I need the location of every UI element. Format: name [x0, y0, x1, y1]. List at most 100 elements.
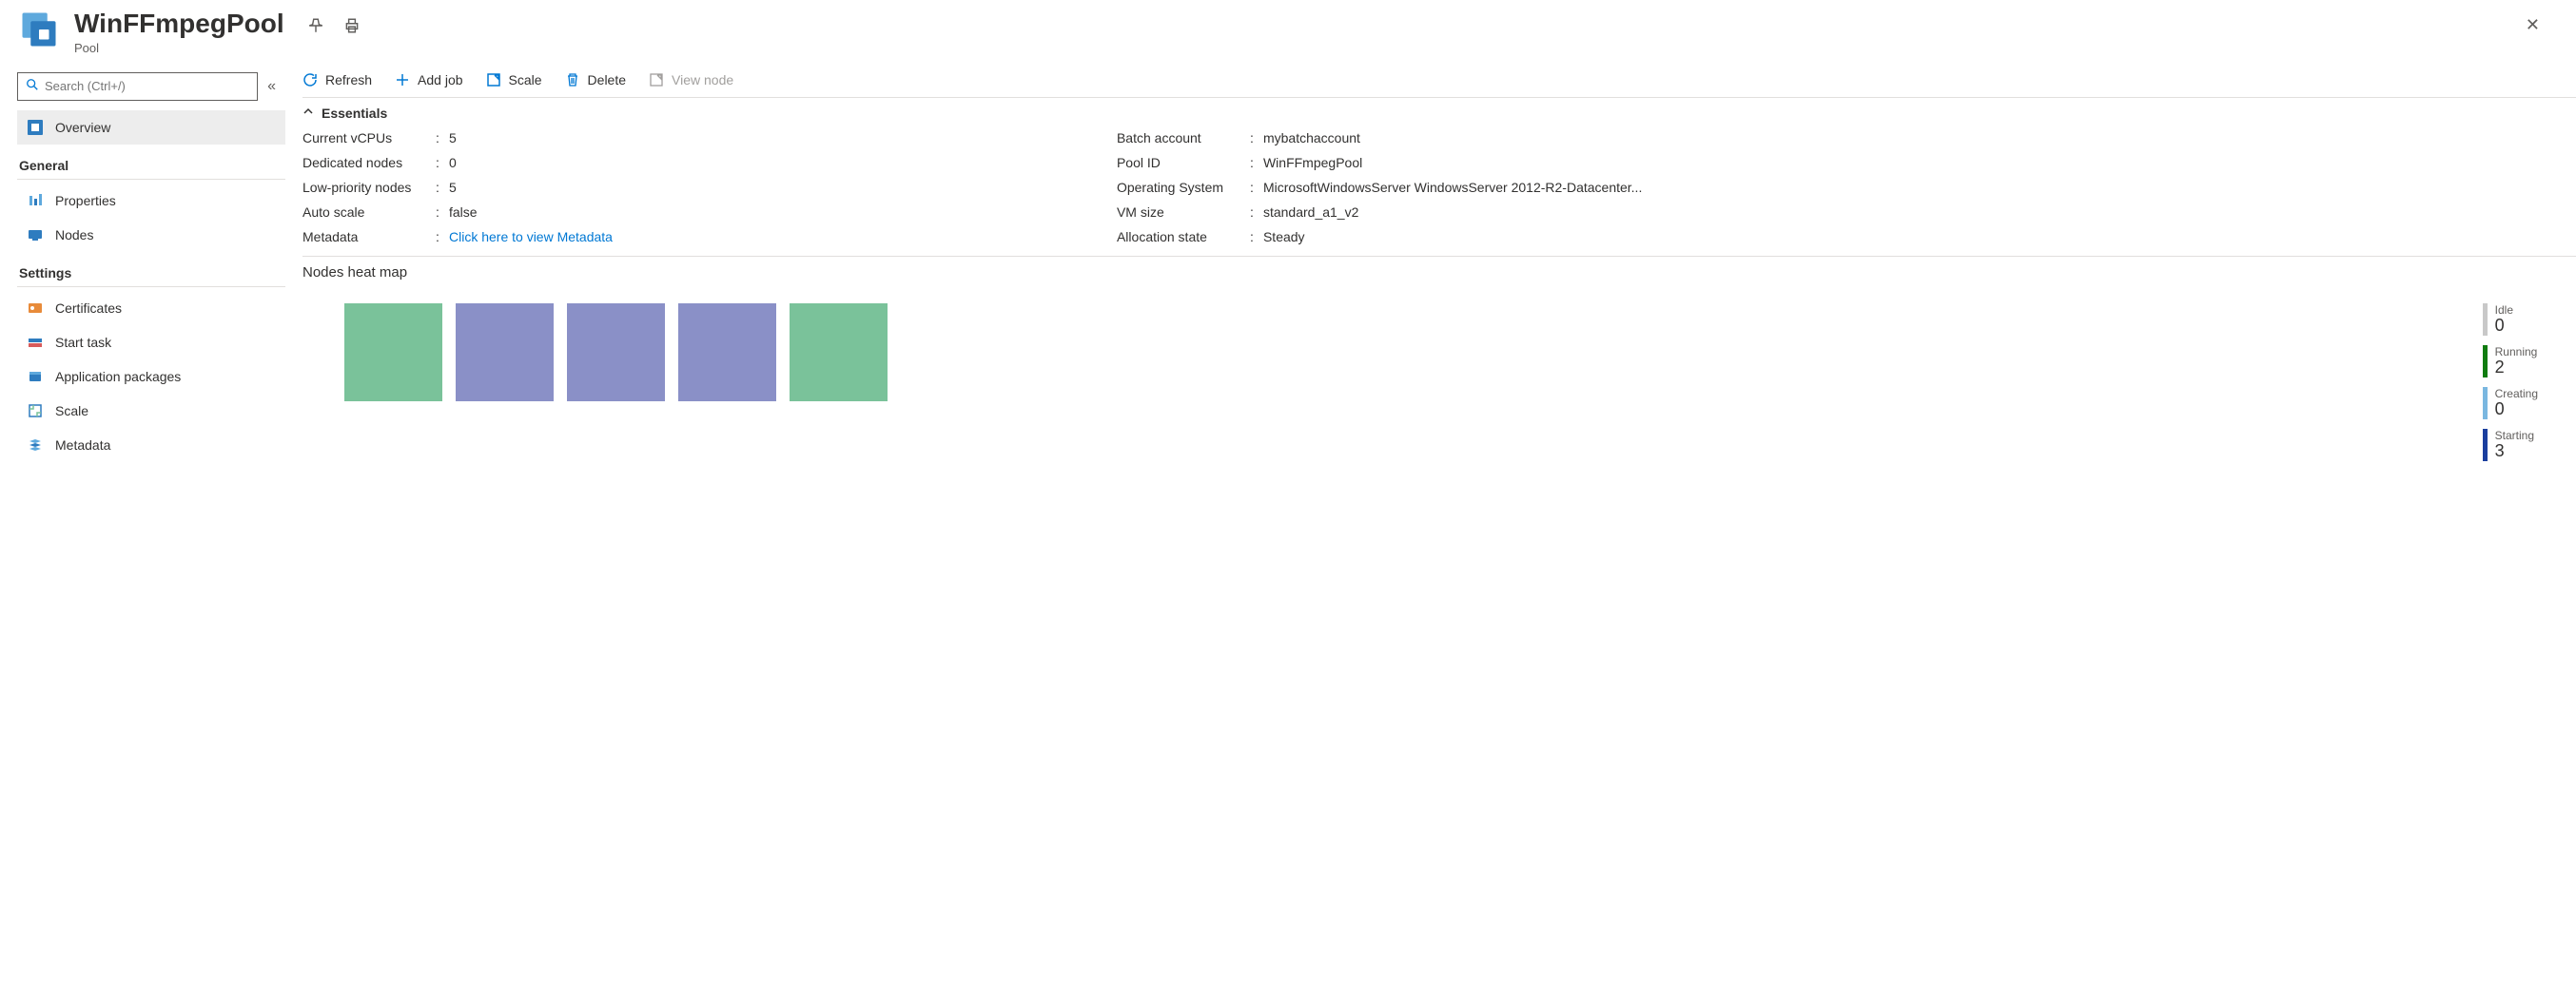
heatmap-node-starting[interactable]: [678, 303, 776, 401]
scale-button[interactable]: Scale: [486, 72, 542, 87]
sidebar-section-general: General: [17, 145, 285, 180]
certificates-icon: [27, 300, 44, 317]
legend-color-creating: [2483, 387, 2488, 419]
ess-val-vcpus: 5: [449, 130, 457, 145]
toolbar-label: View node: [672, 72, 733, 87]
ess-label: Pool ID: [1117, 155, 1250, 170]
scale-action-icon: [486, 72, 501, 87]
sidebar-item-scale[interactable]: Scale: [17, 394, 285, 428]
ess-label: Auto scale: [302, 204, 436, 220]
heatmap-node-starting[interactable]: [567, 303, 665, 401]
sidebar-item-label: Properties: [55, 193, 116, 208]
close-icon[interactable]: ✕: [2526, 10, 2557, 35]
pool-icon: [19, 10, 59, 49]
sidebar-item-label: Nodes: [55, 227, 93, 242]
sidebar-item-certificates[interactable]: Certificates: [17, 291, 285, 325]
heatmap-node-running[interactable]: [790, 303, 888, 401]
ess-val-vmsize: standard_a1_v2: [1263, 204, 1358, 220]
sidebar: « Overview General Properties Nodes: [0, 55, 285, 462]
sidebar-item-start-task[interactable]: Start task: [17, 325, 285, 359]
sidebar-item-nodes[interactable]: Nodes: [17, 218, 285, 252]
delete-button[interactable]: Delete: [565, 72, 626, 87]
ess-label: Low-priority nodes: [302, 180, 436, 195]
toolbar-label: Scale: [509, 72, 542, 87]
sidebar-item-overview[interactable]: Overview: [17, 110, 285, 145]
ess-label: Current vCPUs: [302, 130, 436, 145]
sidebar-item-properties[interactable]: Properties: [17, 184, 285, 218]
toolbar-label: Refresh: [325, 72, 372, 87]
ess-val-os: MicrosoftWindowsServer WindowsServer 201…: [1263, 180, 1642, 195]
app-packages-icon: [27, 368, 44, 385]
legend-label: Starting: [2495, 429, 2534, 442]
scale-icon: [27, 402, 44, 419]
legend-count: 0: [2495, 400, 2538, 417]
sidebar-item-label: Start task: [55, 335, 111, 350]
ess-val-alloc: Steady: [1263, 229, 1305, 244]
heatmap-node-running[interactable]: [344, 303, 442, 401]
nodes-icon: [27, 226, 44, 243]
legend-label: Idle: [2495, 303, 2513, 317]
plus-icon: [395, 72, 410, 87]
legend-count: 0: [2495, 317, 2513, 334]
ess-label: VM size: [1117, 204, 1250, 220]
ess-label: Allocation state: [1117, 229, 1250, 244]
metadata-icon: [27, 436, 44, 454]
legend-count: 3: [2495, 442, 2534, 459]
refresh-button[interactable]: Refresh: [302, 72, 372, 87]
legend-creating: Creating 0: [2483, 387, 2538, 419]
legend-running: Running 2: [2483, 345, 2538, 377]
ess-val-batch: mybatchaccount: [1263, 130, 1360, 145]
ess-val-poolid: WinFFmpegPool: [1263, 155, 1362, 170]
legend-label: Creating: [2495, 387, 2538, 400]
sidebar-item-application-packages[interactable]: Application packages: [17, 359, 285, 394]
legend-idle: Idle 0: [2483, 303, 2538, 336]
print-icon[interactable]: [343, 17, 362, 36]
view-node-icon: [649, 72, 664, 87]
legend-color-running: [2483, 345, 2488, 377]
sidebar-item-label: Metadata: [55, 437, 110, 453]
sidebar-section-settings: Settings: [17, 252, 285, 287]
toolbar: Refresh Add job Scale: [302, 72, 2576, 97]
legend-starting: Starting 3: [2483, 429, 2538, 461]
start-task-icon: [27, 334, 44, 351]
page-title: WinFFmpegPool: [74, 10, 284, 39]
collapse-sidebar-icon[interactable]: «: [267, 78, 285, 95]
sidebar-item-metadata[interactable]: Metadata: [17, 428, 285, 462]
ess-val-dedicated: 0: [449, 155, 457, 170]
page-subtitle: Pool: [74, 41, 284, 55]
delete-icon: [565, 72, 580, 87]
view-node-button: View node: [649, 72, 733, 87]
heatmap-title: Nodes heat map: [302, 257, 2576, 303]
refresh-icon: [302, 72, 318, 87]
ess-label: Batch account: [1117, 130, 1250, 145]
sidebar-item-label: Application packages: [55, 369, 181, 384]
metadata-link[interactable]: Click here to view Metadata: [449, 229, 613, 244]
search-box[interactable]: [17, 72, 258, 101]
ess-val-lowpriority: 5: [449, 180, 457, 195]
toolbar-label: Add job: [418, 72, 462, 87]
toolbar-label: Delete: [588, 72, 626, 87]
sidebar-item-label: Certificates: [55, 300, 122, 316]
essentials-title: Essentials: [322, 106, 387, 121]
legend-color-starting: [2483, 429, 2488, 461]
essentials-toggle[interactable]: Essentials: [302, 98, 2576, 128]
sidebar-item-label: Overview: [55, 120, 110, 135]
sidebar-item-label: Scale: [55, 403, 88, 418]
overview-icon: [27, 119, 44, 136]
legend-count: 2: [2495, 358, 2538, 376]
ess-label: Operating System: [1117, 180, 1250, 195]
heatmap-legend: Idle 0 Running 2 Creat: [2483, 303, 2576, 461]
heatmap-node-starting[interactable]: [456, 303, 554, 401]
add-job-button[interactable]: Add job: [395, 72, 462, 87]
pin-icon[interactable]: [307, 17, 326, 36]
search-input[interactable]: [45, 79, 249, 93]
properties-icon: [27, 192, 44, 209]
ess-label: Metadata: [302, 229, 436, 244]
ess-label: Dedicated nodes: [302, 155, 436, 170]
ess-val-autoscale: false: [449, 204, 478, 220]
chevron-up-icon: [302, 106, 314, 120]
heatmap-tiles: [302, 303, 888, 461]
legend-label: Running: [2495, 345, 2538, 358]
search-icon: [26, 78, 39, 94]
legend-color-idle: [2483, 303, 2488, 336]
